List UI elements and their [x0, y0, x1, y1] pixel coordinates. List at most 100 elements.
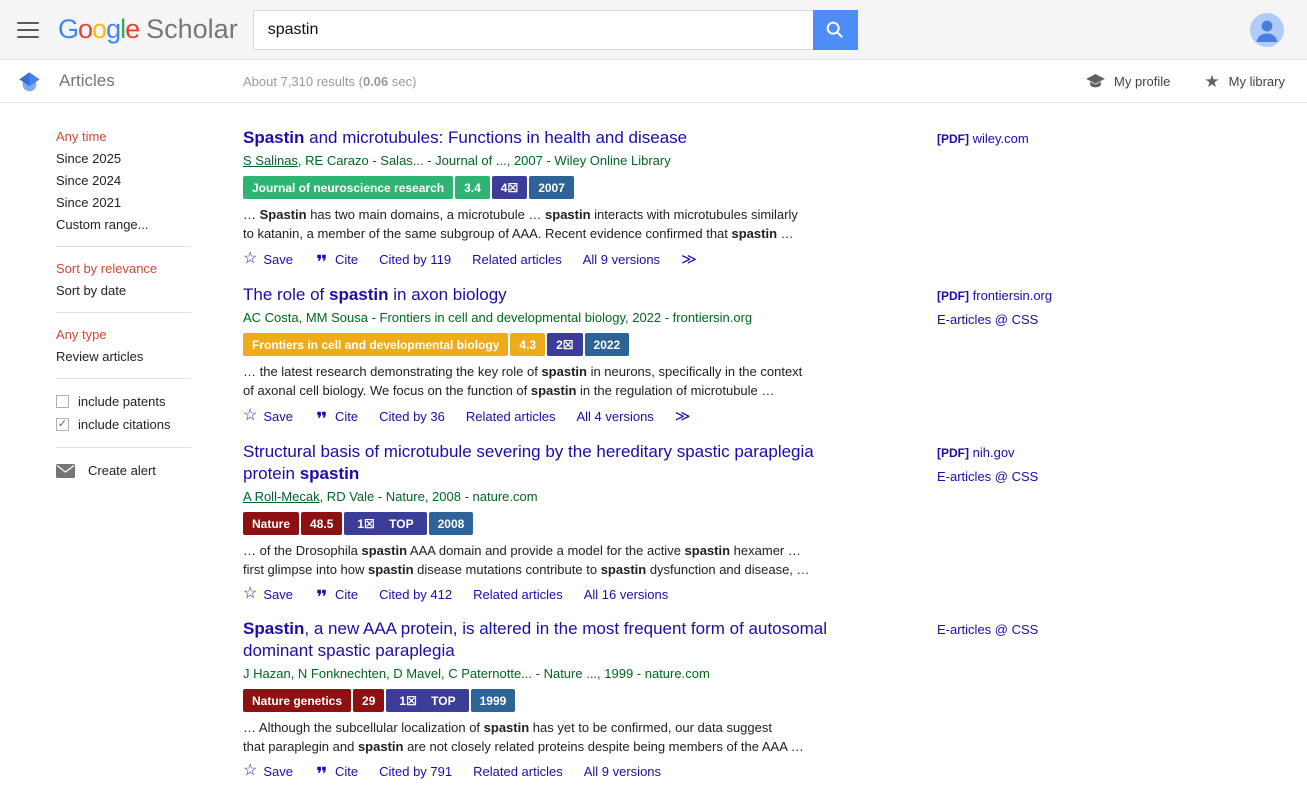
save-button[interactable]: ☆ Save — [243, 251, 293, 267]
cite-label: Cite — [335, 252, 358, 267]
fulltext-label: E-articles @ CSS — [937, 469, 1038, 484]
fulltext-link[interactable]: [PDF] wiley.com — [937, 127, 1217, 151]
hamburger-menu-icon[interactable] — [17, 22, 39, 38]
cited-by-link[interactable]: Cited by 412 — [379, 587, 452, 602]
checkbox-include-citations[interactable]: ✓include citations — [56, 417, 243, 432]
rank-badge-segment: 3.4 — [455, 176, 490, 199]
save-star-icon: ☆ — [243, 586, 257, 602]
journal-rank-badges[interactable]: Frontiers in cell and developmental biol… — [243, 333, 863, 356]
rank-badge-segment: 2007 — [529, 176, 574, 199]
all-versions-link[interactable]: All 16 versions — [584, 587, 669, 602]
cited-by-link[interactable]: Cited by 791 — [379, 764, 452, 779]
fulltext-label: E-articles @ CSS — [937, 312, 1038, 327]
result-authors: AC Costa, MM Sousa - Frontiers in cell a… — [243, 310, 863, 326]
result-side-links: [PDF] frontiersin.org E-articles @ CSS — [937, 284, 1217, 425]
journal-rank-badges[interactable]: Nature48.51☒ TOP2008 — [243, 512, 863, 535]
cite-button[interactable]: Cite — [314, 764, 358, 779]
person-icon — [1250, 13, 1284, 47]
sidebar-item-any-time[interactable]: Any time — [56, 130, 243, 143]
google-scholar-logo[interactable]: GoogleScholar — [58, 14, 238, 45]
journal-rank-badges[interactable]: Nature genetics291☒ TOP1999 — [243, 689, 863, 712]
google-logo-letters: Google — [58, 14, 139, 44]
sidebar-item-review-articles[interactable]: Review articles — [56, 350, 243, 363]
author-profile-link[interactable]: A Roll-Mecak — [243, 489, 320, 504]
related-articles-link[interactable]: Related articles — [473, 764, 563, 779]
save-label: Save — [263, 587, 293, 602]
fulltext-link[interactable]: E-articles @ CSS — [937, 618, 1217, 642]
star-icon: ★ — [1204, 73, 1219, 90]
result-snippet: … of the Drosophila spastin AAA domain a… — [243, 541, 847, 579]
fulltext-label: frontiersin.org — [973, 288, 1052, 303]
checkbox-label: include patents — [78, 394, 165, 409]
more-actions-icon[interactable]: ≫ — [675, 407, 691, 425]
all-versions-link[interactable]: All 9 versions — [583, 252, 660, 267]
cited-by-link[interactable]: Cited by 36 — [379, 409, 445, 424]
more-actions-icon[interactable]: ≫ — [681, 250, 697, 268]
save-button[interactable]: ☆ Save — [243, 586, 293, 602]
my-profile-link[interactable]: My profile — [1086, 74, 1170, 89]
fulltext-link[interactable]: [PDF] frontiersin.org — [937, 284, 1217, 308]
cite-button[interactable]: Cite — [314, 252, 358, 267]
result-title[interactable]: The role of spastin in axon biology — [243, 284, 863, 306]
sidebar-divider — [56, 447, 191, 448]
cite-quote-icon — [314, 588, 329, 600]
search-result: Spastin, a new AAA protein, is altered i… — [243, 618, 1217, 779]
search-icon — [824, 19, 846, 41]
search-result: The role of spastin in axon biology AC Co… — [243, 284, 1217, 425]
my-library-link[interactable]: ★ My library — [1204, 73, 1285, 90]
related-articles-link[interactable]: Related articles — [466, 409, 556, 424]
main-content: Any time Since 2025 Since 2024 Since 2021 Cu… — [0, 103, 1307, 795]
save-button[interactable]: ☆Save — [243, 408, 293, 424]
sidebar-item-custom-range-[interactable]: Custom range... — [56, 218, 243, 231]
search-button[interactable] — [813, 10, 858, 50]
save-label: Save — [263, 409, 293, 424]
sidebar-item-sort-by-relevance[interactable]: Sort by relevance — [56, 262, 243, 275]
rank-badge-segment: 2☒ — [547, 333, 582, 356]
save-star-icon: ☆ — [243, 763, 257, 779]
envelope-icon — [56, 464, 75, 478]
result-side-links: [PDF] nih.gov E-articles @ CSS — [937, 441, 1217, 602]
result-snippet: … Although the subcellular localization … — [243, 718, 847, 756]
result-main: Structural basis of microtubule severing… — [243, 441, 863, 602]
sidebar-item-since-2024[interactable]: Since 2024 — [56, 174, 243, 187]
sidebar-divider — [56, 378, 191, 379]
journal-rank-badges[interactable]: Journal of neuroscience research3.44☒200… — [243, 176, 863, 199]
save-star-icon: ☆ — [243, 251, 257, 267]
pdf-tag: [PDF] — [937, 132, 969, 146]
result-snippet: … the latest research demonstrating the … — [243, 362, 847, 400]
sidebar-item-since-2025[interactable]: Since 2025 — [56, 152, 243, 165]
save-label: Save — [263, 252, 293, 267]
sidebar-item-since-2021[interactable]: Since 2021 — [56, 196, 243, 209]
sidebar-item-sort-by-date[interactable]: Sort by date — [56, 284, 243, 297]
checkbox-include-patents[interactable]: include patents — [56, 394, 243, 409]
avatar[interactable] — [1250, 13, 1284, 47]
cite-button[interactable]: Cite — [314, 409, 358, 424]
fulltext-link[interactable]: E-articles @ CSS — [937, 465, 1217, 489]
all-versions-link[interactable]: All 9 versions — [584, 764, 661, 779]
related-articles-link[interactable]: Related articles — [473, 587, 563, 602]
fulltext-link[interactable]: [PDF] nih.gov — [937, 441, 1217, 465]
result-actions: ☆ Save Cite Cited by 412 Related articles All… — [243, 586, 863, 602]
author-profile-link[interactable]: S Salinas — [243, 153, 298, 168]
result-title[interactable]: Structural basis of microtubule severing… — [243, 441, 863, 485]
search-input[interactable] — [253, 10, 813, 50]
save-button[interactable]: ☆Save — [243, 763, 293, 779]
grad-cap-icon — [1086, 74, 1105, 89]
cite-button[interactable]: Cite — [314, 587, 358, 602]
result-title[interactable]: Spastin and microtubules: Functions in h… — [243, 127, 863, 149]
checkbox-icon: ✓ — [56, 418, 69, 431]
results-stats: About 7,310 results (0.06 sec) — [243, 74, 416, 89]
related-articles-link[interactable]: Related articles — [472, 252, 562, 267]
create-alert-button[interactable]: Create alert — [56, 463, 243, 478]
fulltext-link[interactable]: E-articles @ CSS — [937, 308, 1217, 332]
all-versions-link[interactable]: All 4 versions — [576, 409, 653, 424]
tab-articles[interactable]: Articles — [59, 71, 115, 91]
cite-quote-icon — [314, 765, 329, 777]
cited-by-link[interactable]: Cited by 119 — [379, 252, 451, 267]
checkbox-icon — [56, 395, 69, 408]
sidebar-item-any-type[interactable]: Any type — [56, 328, 243, 341]
rank-badge-segment: Journal of neuroscience research — [243, 176, 453, 199]
result-title[interactable]: Spastin, a new AAA protein, is altered i… — [243, 618, 863, 662]
result-authors: S Salinas, RE Carazo - Salas... - Journa… — [243, 153, 863, 169]
rank-badge-segment: 1☒ TOP — [344, 512, 426, 535]
